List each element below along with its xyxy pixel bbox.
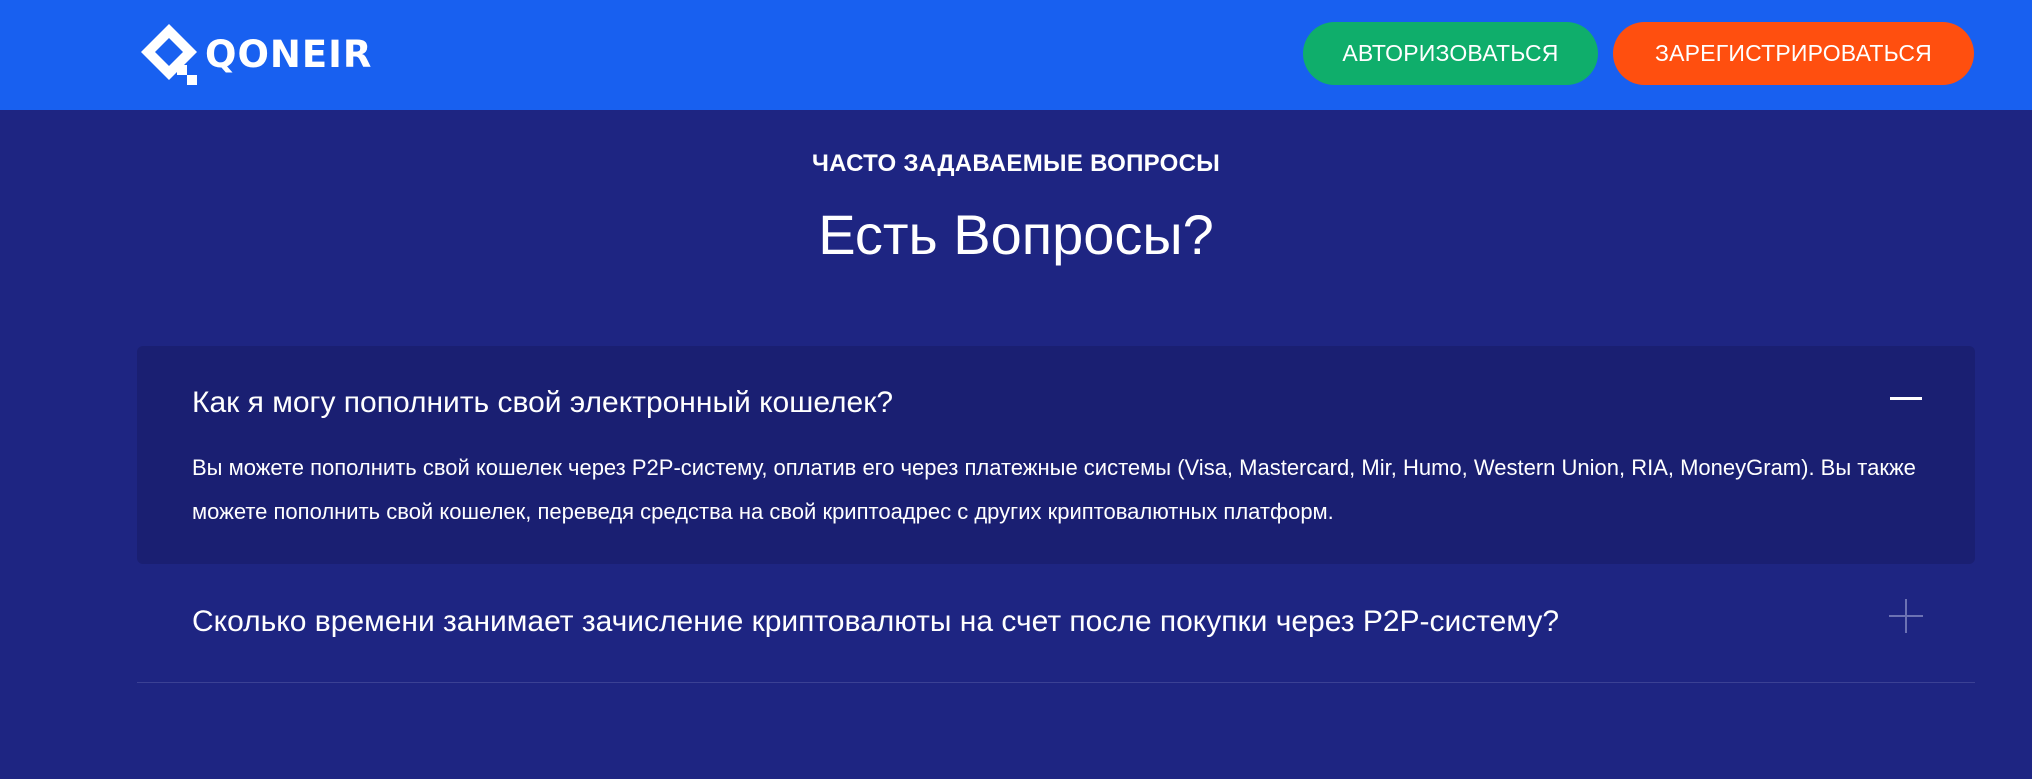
faq-item-collapsed[interactable]: Сколько времени занимает зачисление крип… xyxy=(137,565,1975,683)
faq-answer: Вы можете пополнить свой кошелек через P… xyxy=(192,455,1916,524)
minus-icon[interactable] xyxy=(1890,397,1922,400)
qoneir-logo-icon xyxy=(141,24,197,85)
brand-logo[interactable]: QONEIR xyxy=(137,21,372,87)
faq-item-expanded[interactable]: Как я могу пополнить свой электронный ко… xyxy=(137,346,1975,564)
brand-name: QONEIR xyxy=(205,32,373,76)
login-button[interactable]: АВТОРИЗОВАТЬСЯ xyxy=(1303,22,1598,85)
faq-question[interactable]: Как я могу пополнить свой электронный ко… xyxy=(192,386,893,420)
site-header: QONEIR АВТОРИЗОВАТЬСЯ ЗАРЕГИСТРИРОВАТЬСЯ xyxy=(0,0,2032,110)
register-button[interactable]: ЗАРЕГИСТРИРОВАТЬСЯ xyxy=(1613,22,1974,85)
faq-question[interactable]: Сколько времени занимает зачисление крип… xyxy=(192,605,1559,639)
faq-title: Есть Вопросы? xyxy=(818,203,1214,266)
faq-eyebrow: ЧАСТО ЗАДАВАЕМЫЕ ВОПРОСЫ xyxy=(811,150,1221,177)
plus-icon[interactable] xyxy=(1889,599,1923,633)
